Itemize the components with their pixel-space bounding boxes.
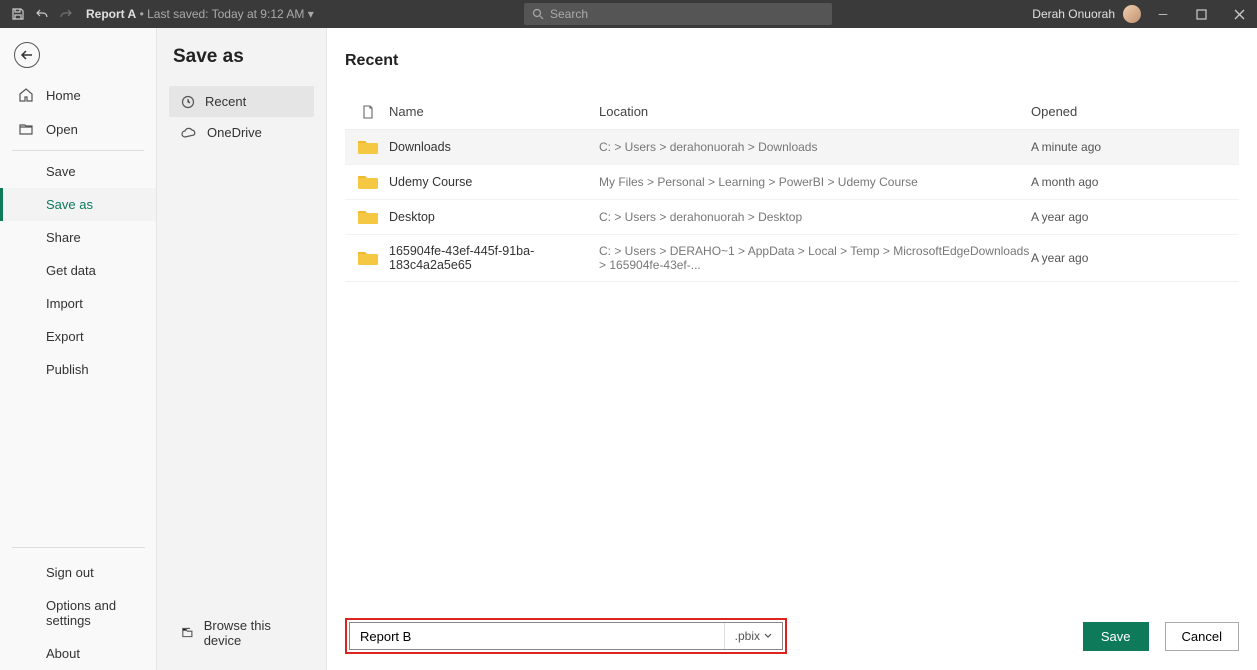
file-opened: A month ago xyxy=(1031,175,1231,189)
nav-import[interactable]: Import xyxy=(0,287,156,320)
nav-get-data[interactable]: Get data xyxy=(0,254,156,287)
nav-options[interactable]: Options and settings xyxy=(0,589,157,637)
location-recent[interactable]: Recent xyxy=(169,86,314,117)
col-location-header[interactable]: Location xyxy=(599,104,1031,119)
save-button[interactable]: Save xyxy=(1083,622,1149,651)
folder-icon xyxy=(353,250,383,266)
folder-icon xyxy=(353,139,383,155)
title-text: Report A • Last saved: Today at 9:12 AM … xyxy=(82,7,314,21)
search-box[interactable]: Search xyxy=(524,3,832,25)
nav-share[interactable]: Share xyxy=(0,221,156,254)
nav-save[interactable]: Save xyxy=(0,155,156,188)
file-name: Udemy Course xyxy=(383,175,599,189)
undo-icon[interactable] xyxy=(34,6,50,22)
file-name: Desktop xyxy=(383,210,599,224)
save-footer: .pbix Save Cancel xyxy=(345,618,1239,654)
folder-icon xyxy=(353,209,383,225)
file-row[interactable]: Desktop C: > Users > derahonuorah > Desk… xyxy=(345,200,1239,235)
nav-export[interactable]: Export xyxy=(0,320,156,353)
filename-input[interactable] xyxy=(350,629,724,644)
recent-panel: Recent Name Location Opened Downloads C:… xyxy=(327,28,1257,670)
folder-icon xyxy=(353,174,383,190)
nav-sign-out[interactable]: Sign out xyxy=(0,556,157,589)
file-location: C: > Users > DERAHO~1 > AppData > Local … xyxy=(599,244,1031,272)
nav-open[interactable]: Open xyxy=(0,112,156,146)
file-location: C: > Users > derahonuorah > Desktop xyxy=(599,210,1031,224)
nav-home[interactable]: Home xyxy=(0,78,156,112)
save-as-title: Save as xyxy=(169,46,314,68)
file-menu-sidebar: Home Open Save Save as Share Get data Im… xyxy=(0,28,157,670)
cancel-button[interactable]: Cancel xyxy=(1165,622,1239,651)
redo-icon[interactable] xyxy=(58,6,74,22)
file-name: 165904fe-43ef-445f-91ba-183c4a2a5e65 xyxy=(383,244,599,272)
browse-device[interactable]: Browse this device xyxy=(169,610,314,656)
maximize-button[interactable] xyxy=(1183,0,1219,28)
nav-about[interactable]: About xyxy=(0,637,157,670)
file-opened: A year ago xyxy=(1031,210,1231,224)
file-location: C: > Users > derahonuorah > Downloads xyxy=(599,140,1031,154)
location-onedrive[interactable]: OneDrive xyxy=(169,117,314,148)
col-opened-header[interactable]: Opened xyxy=(1031,104,1231,119)
file-row[interactable]: Udemy Course My Files > Personal > Learn… xyxy=(345,165,1239,200)
minimize-button[interactable]: ─ xyxy=(1145,0,1181,28)
titlebar: Report A • Last saved: Today at 9:12 AM … xyxy=(0,0,1257,28)
filetype-dropdown[interactable]: .pbix xyxy=(724,623,782,649)
file-row[interactable]: 165904fe-43ef-445f-91ba-183c4a2a5e65 C: … xyxy=(345,235,1239,282)
file-icon-header xyxy=(353,104,383,119)
col-name-header[interactable]: Name xyxy=(383,104,599,119)
search-placeholder: Search xyxy=(550,7,588,21)
file-opened: A year ago xyxy=(1031,251,1231,265)
save-as-sidebar: Save as Recent OneDrive Browse this devi… xyxy=(157,28,327,670)
recent-heading: Recent xyxy=(345,52,1239,70)
file-list-header: Name Location Opened xyxy=(345,94,1239,130)
save-icon[interactable] xyxy=(10,6,26,22)
nav-publish[interactable]: Publish xyxy=(0,353,156,386)
file-row[interactable]: Downloads C: > Users > derahonuorah > Do… xyxy=(345,130,1239,165)
nav-save-as[interactable]: Save as xyxy=(0,188,156,221)
avatar xyxy=(1123,5,1141,23)
file-name: Downloads xyxy=(383,140,599,154)
close-button[interactable] xyxy=(1221,0,1257,28)
back-button[interactable] xyxy=(14,42,40,68)
file-location: My Files > Personal > Learning > PowerBI… xyxy=(599,175,1031,189)
file-opened: A minute ago xyxy=(1031,140,1231,154)
user-area[interactable]: Derah Onuorah xyxy=(1032,5,1145,23)
filename-highlight: .pbix xyxy=(345,618,787,654)
user-name: Derah Onuorah xyxy=(1032,7,1115,21)
